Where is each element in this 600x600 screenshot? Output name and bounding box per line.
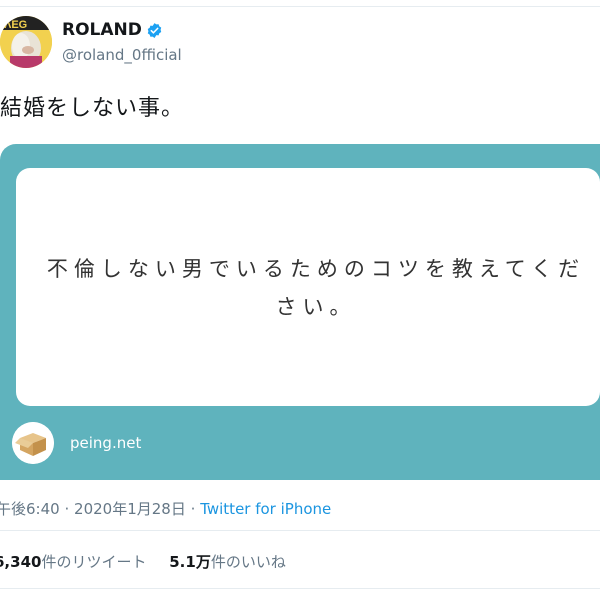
meta-divider (0, 530, 600, 531)
tweet-source[interactable]: Twitter for iPhone (200, 500, 331, 518)
user-handle[interactable]: @roland_0fficial (62, 46, 182, 64)
like-label: 件のいいね (210, 553, 286, 571)
tweet-text: 結婚をしない事。 (0, 96, 185, 121)
bottom-divider (0, 588, 600, 589)
meta-separator: · (64, 500, 70, 518)
tweet-stats: 6,340件のリツイート 5.1万件のいいね (0, 551, 286, 572)
question-text: 不倫しない男でいるためのコツを教えてください。 (46, 257, 586, 319)
tweet-time[interactable]: 午後6:40 (0, 500, 60, 518)
cardboard-box-icon (12, 422, 54, 464)
retweet-stat[interactable]: 6,340件のリツイート (0, 553, 146, 571)
top-divider (0, 6, 600, 7)
question-box: 不倫しない男でいるためのコツを教えてください。 (16, 168, 600, 406)
display-name[interactable]: ROLAND (62, 20, 163, 40)
like-count: 5.1万 (169, 553, 211, 571)
link-card[interactable]: 不倫しない男でいるためのコツを教えてください。 peing.net (0, 144, 600, 480)
like-stat[interactable]: 5.1万件のいいね (169, 553, 286, 571)
card-site-label: peing.net (70, 434, 142, 452)
display-name-text: ROLAND (62, 20, 142, 40)
tweet-date[interactable]: 2020年1月28日 (74, 500, 186, 518)
avatar-image: ΛEG (0, 16, 52, 68)
verified-badge-icon (147, 22, 162, 38)
retweet-label: 件のリツイート (41, 553, 147, 571)
avatar[interactable]: ΛEG (0, 16, 52, 68)
tweet-page: ΛEG ROLAND @roland_0fficial 結婚をしない事。 不倫し… (0, 0, 600, 600)
meta-separator: · (190, 500, 196, 518)
retweet-count: 6,340 (0, 553, 42, 571)
tweet-meta: 午後6:40 · 2020年1月28日 · Twitter for iPhone (0, 498, 331, 519)
svg-text:ΛEG: ΛEG (4, 19, 27, 31)
